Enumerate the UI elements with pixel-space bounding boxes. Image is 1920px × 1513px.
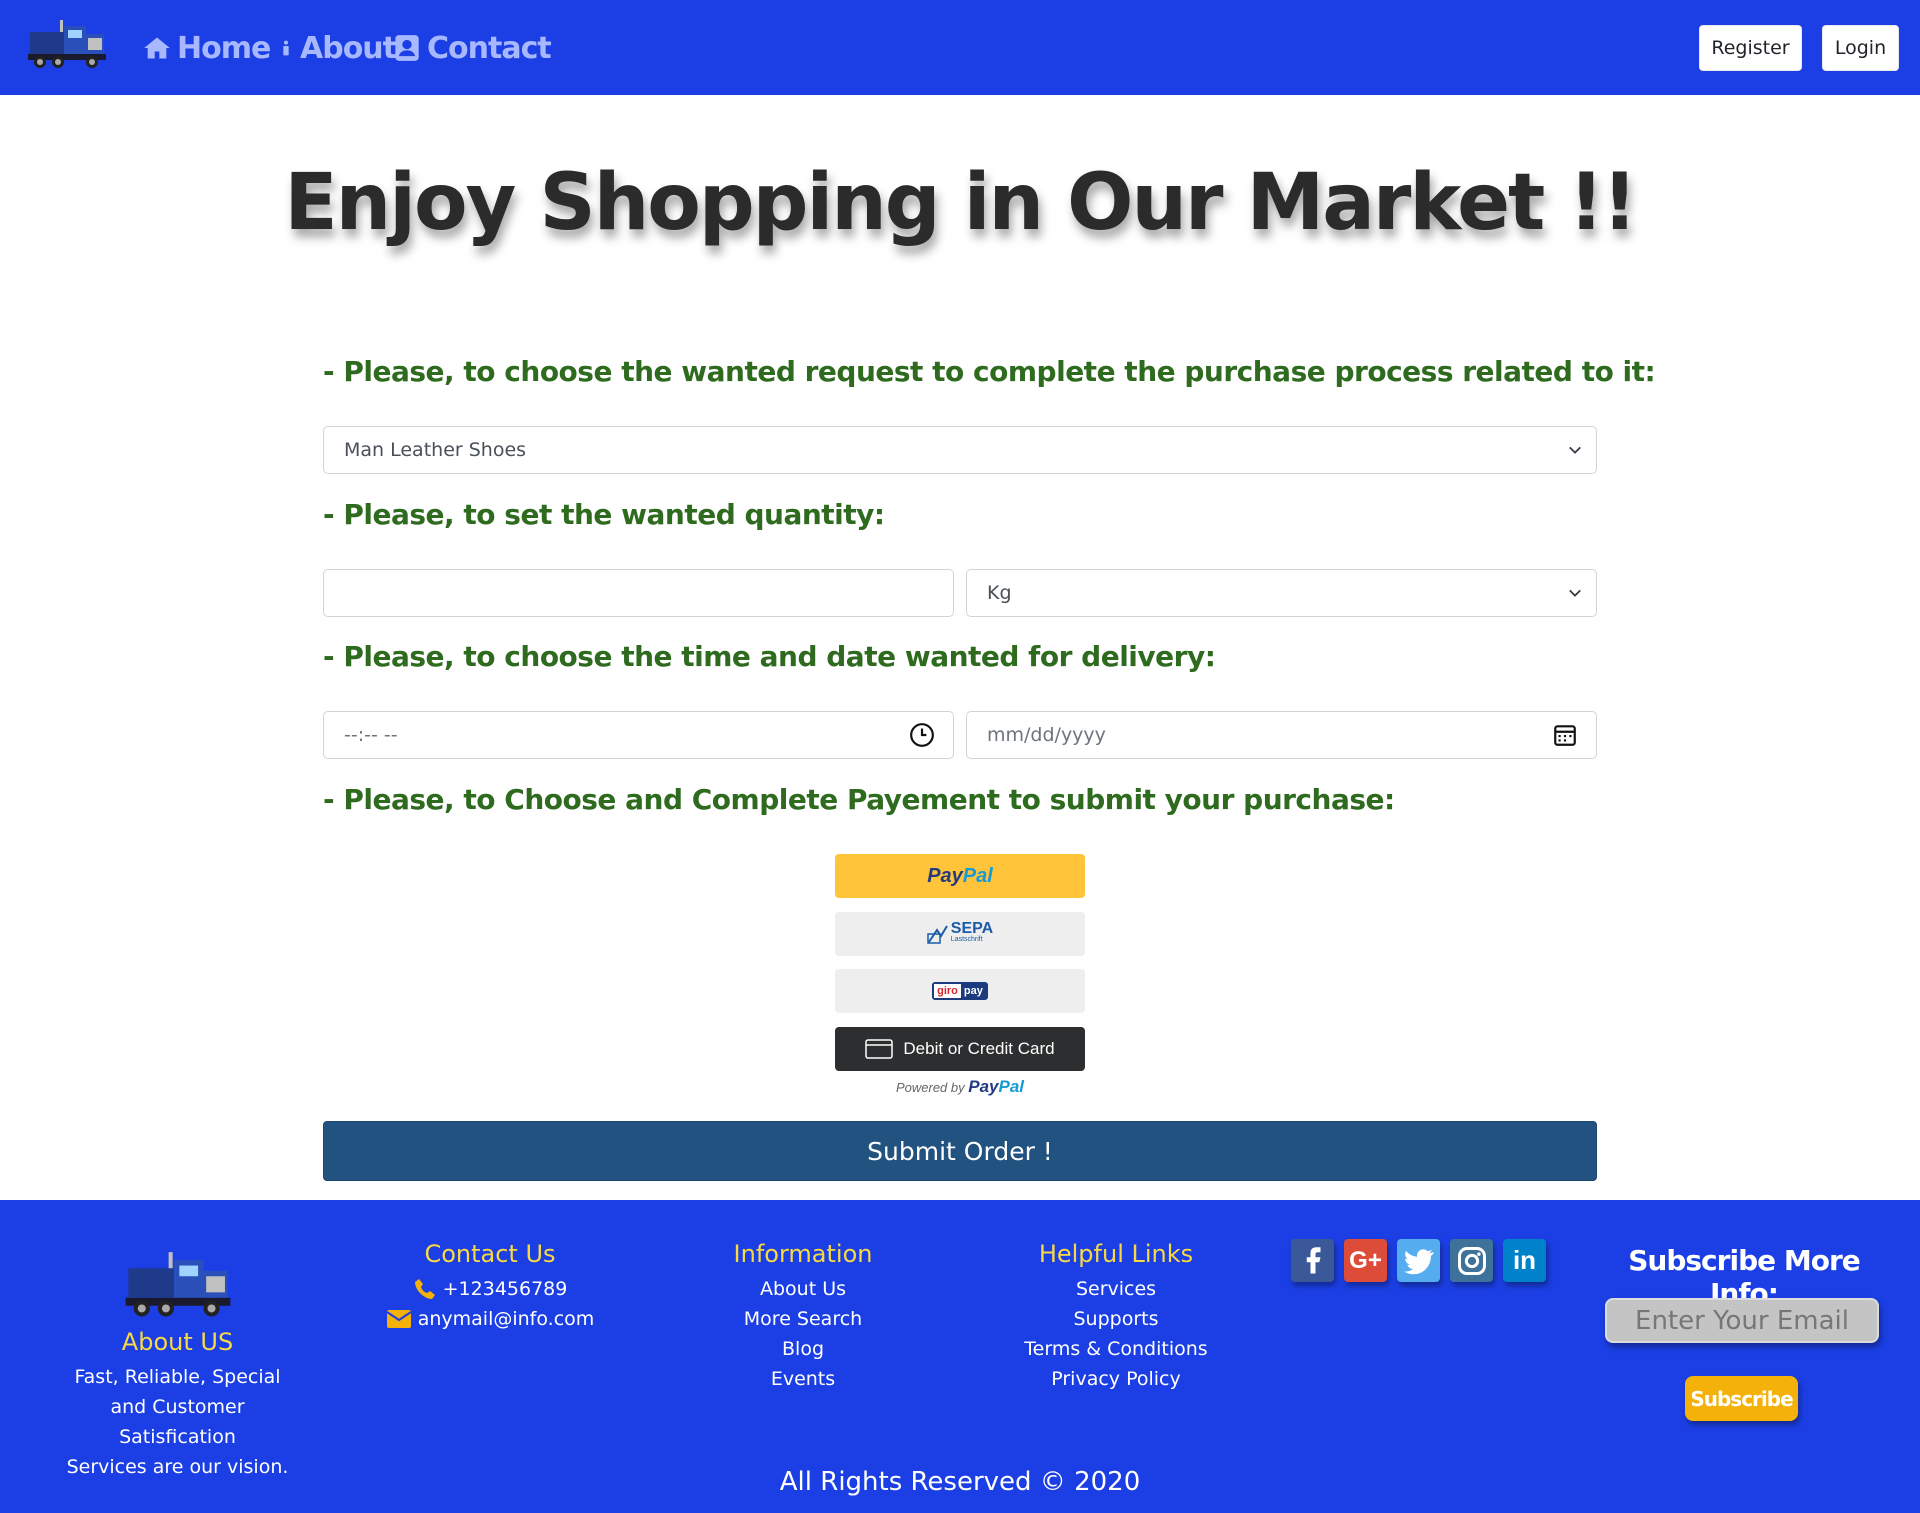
delivery-label: - Please, to choose the time and date wa…	[323, 640, 1216, 673]
linkedin-icon[interactable]: in	[1503, 1239, 1546, 1282]
submit-order-button[interactable]: Submit Order !	[323, 1121, 1597, 1181]
powered-by: Powered by PayPal	[835, 1077, 1085, 1097]
calendar-icon[interactable]	[1552, 722, 1578, 748]
info-icon	[283, 40, 289, 56]
giropay-button[interactable]: giro pay	[835, 969, 1085, 1013]
paypal-button[interactable]: PayPal	[835, 854, 1085, 898]
footer-link-privacy[interactable]: Privacy Policy	[1000, 1364, 1232, 1394]
nav-about-label: About	[300, 30, 397, 66]
envelope-icon	[386, 1310, 412, 1328]
footer-helpful-title: Helpful Links	[1038, 1240, 1194, 1268]
footer-about-line: Fast, Reliable, Special	[74, 1366, 281, 1388]
contact-phone[interactable]: +123456789	[370, 1274, 610, 1304]
chevron-down-icon	[1569, 589, 1581, 597]
footer-link-events[interactable]: Events	[703, 1364, 903, 1394]
footer: About US Fast, Reliable, Special and Cus…	[0, 1200, 1920, 1513]
time-input[interactable]: --:-- --	[323, 711, 954, 759]
footer-about-title: About US	[121, 1328, 234, 1356]
footer-contact-title: Contact Us	[424, 1240, 556, 1268]
nav-about-link[interactable]: About	[278, 28, 397, 68]
request-label: - Please, to choose the wanted request t…	[323, 355, 1656, 388]
home-icon	[144, 37, 170, 59]
footer-contact: Contact Us +123456789 anymail@info.com	[370, 1240, 610, 1334]
payment-label: - Please, to Choose and Complete Payemen…	[323, 783, 1395, 816]
credit-card-icon	[865, 1039, 894, 1059]
contact-card-icon	[395, 35, 419, 61]
register-button[interactable]: Register	[1699, 25, 1802, 71]
footer-about-line: and Customer Satisfication	[110, 1396, 245, 1448]
copyright: All Rights Reserved © 2020	[779, 1467, 1141, 1497]
giropay-logo: giro pay	[932, 982, 988, 1000]
login-button[interactable]: Login	[1822, 25, 1899, 71]
contact-email-text: anymail@info.com	[417, 1308, 595, 1330]
request-select-value: Man Leather Shoes	[344, 439, 527, 461]
sepa-logo: SEPA Lastschrift	[950, 920, 994, 944]
quantity-label: - Please, to set the wanted quantity:	[323, 498, 885, 531]
footer-helpful-links: Helpful Links Services Supports Terms & …	[1000, 1240, 1232, 1394]
paypal-logo: PayPal	[927, 864, 993, 887]
footer-link-supports[interactable]: Supports	[1000, 1304, 1232, 1334]
navbar: Home About Contact Register Login	[0, 0, 1920, 95]
facebook-icon[interactable]	[1291, 1239, 1334, 1282]
truck-logo-icon	[125, 1252, 230, 1317]
footer-link-more-search[interactable]: More Search	[703, 1304, 903, 1334]
footer-link-about-us[interactable]: About Us	[703, 1274, 903, 1304]
twitter-icon[interactable]	[1397, 1239, 1440, 1282]
clock-icon[interactable]	[909, 722, 935, 748]
nav-contact-link[interactable]: Contact	[393, 28, 552, 68]
footer-link-blog[interactable]: Blog	[703, 1334, 903, 1364]
request-select[interactable]: Man Leather Shoes	[323, 426, 1597, 474]
subscribe-button[interactable]: Subscribe	[1685, 1376, 1798, 1421]
footer-link-services[interactable]: Services	[1000, 1274, 1232, 1304]
powered-by-text: Powered by	[895, 1080, 965, 1095]
time-placeholder: --:-- --	[344, 724, 398, 746]
card-button[interactable]: Debit or Credit Card	[835, 1027, 1085, 1071]
nav-contact-label: Contact	[427, 30, 552, 66]
instagram-icon[interactable]	[1450, 1239, 1493, 1282]
truck-logo-icon[interactable]	[26, 20, 108, 72]
date-input[interactable]: mm/dd/yyyy	[966, 711, 1597, 759]
nav-home-label: Home	[177, 30, 271, 66]
phone-icon	[414, 1279, 435, 1299]
footer-about: About US Fast, Reliable, Special and Cus…	[55, 1250, 300, 1482]
google-plus-icon[interactable]: G+	[1344, 1239, 1387, 1282]
footer-information: Information About Us More Search Blog Ev…	[703, 1240, 903, 1394]
subscribe-email-input[interactable]: Enter Your Email	[1605, 1298, 1879, 1343]
unit-select[interactable]: Kg	[966, 569, 1597, 617]
chevron-down-icon	[1569, 446, 1581, 454]
contact-email[interactable]: anymail@info.com	[370, 1304, 610, 1334]
unit-select-value: Kg	[987, 582, 1012, 604]
nav-home-link[interactable]: Home	[143, 28, 271, 68]
quantity-input[interactable]	[323, 569, 954, 617]
subscribe-email-placeholder: Enter Your Email	[1635, 1305, 1849, 1336]
social-links: G+ in	[1291, 1239, 1546, 1282]
page-title: Enjoy Shopping in Our Market !!	[284, 158, 1637, 248]
card-button-label: Debit or Credit Card	[903, 1039, 1055, 1058]
contact-phone-text: +123456789	[442, 1278, 568, 1300]
date-placeholder: mm/dd/yyyy	[987, 724, 1106, 746]
footer-information-title: Information	[733, 1240, 873, 1268]
paypal-logo: PayPal	[968, 1077, 1025, 1096]
sepa-icon	[927, 925, 948, 944]
footer-link-terms[interactable]: Terms & Conditions	[1000, 1334, 1232, 1364]
sepa-button[interactable]: SEPA Lastschrift	[835, 912, 1085, 956]
